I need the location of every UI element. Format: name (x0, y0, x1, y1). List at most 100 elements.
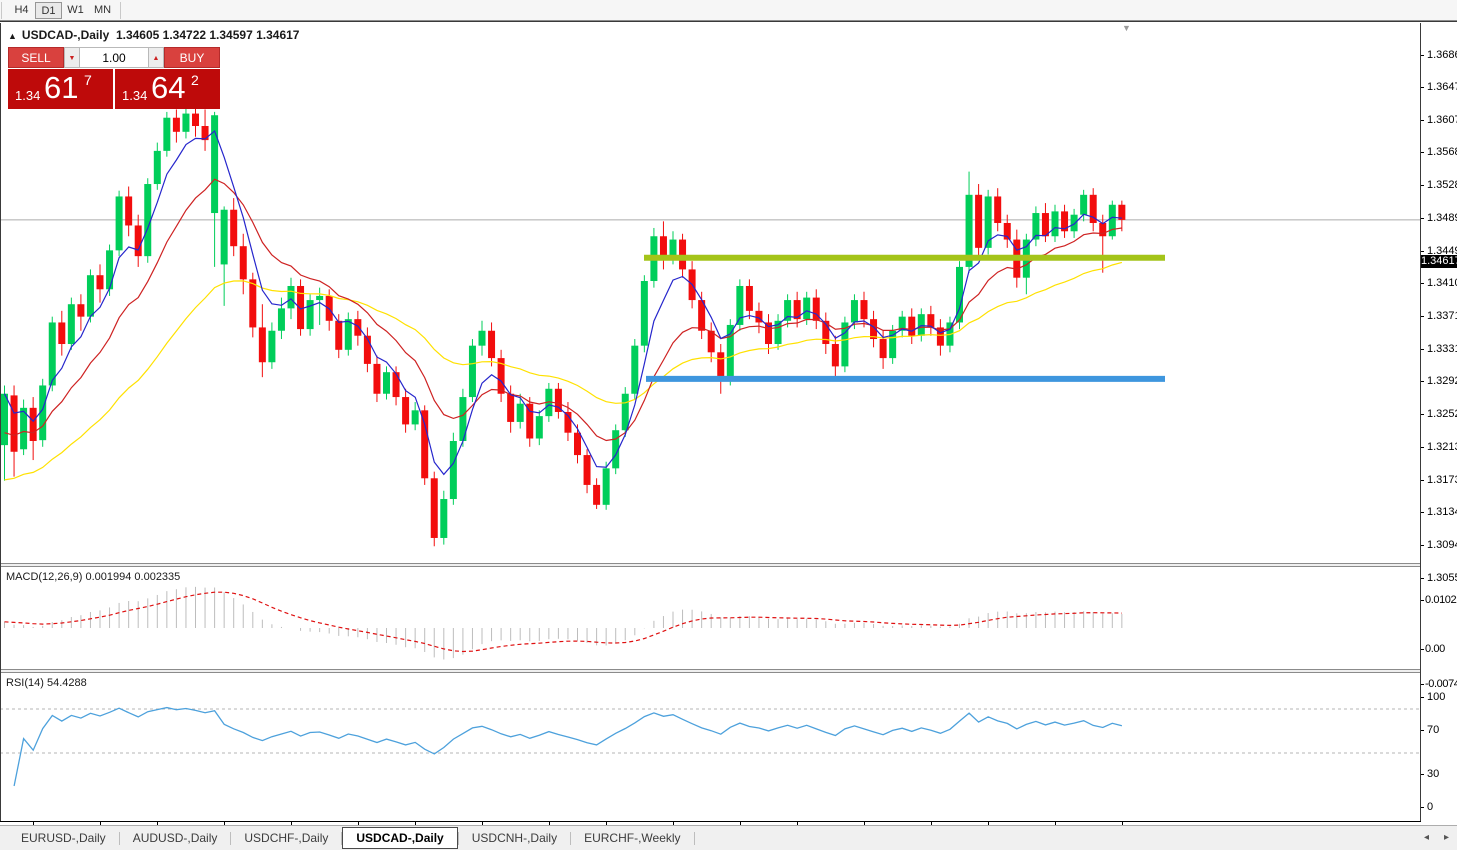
bear-candle (574, 433, 581, 455)
volume-decrease-button[interactable]: ▼ (64, 47, 80, 68)
price-axis[interactable]: 1.368601.364701.360701.356801.352801.348… (1421, 44, 1457, 821)
scroll-to-end-icon[interactable]: ▼ (1122, 23, 1131, 33)
buy-button[interactable]: BUY (164, 47, 220, 68)
price-axis-label: 1.31730 (1427, 474, 1457, 486)
macd-label: MACD(12,26,9) 0.001994 0.002335 (6, 571, 180, 583)
price-axis-label: 1.36860 (1427, 49, 1457, 61)
bull-candle (383, 372, 390, 394)
bull-candle (536, 416, 543, 438)
bear-candle (335, 321, 342, 350)
price-axis-label: 1.30550 (1427, 572, 1457, 584)
chart-tabs: EURUSD-,DailyAUDUSD-,DailyUSDCHF-,DailyU… (8, 826, 695, 850)
one-click-panel-toggle-icon[interactable]: ▲ (8, 31, 17, 41)
bear-candle (192, 114, 199, 126)
chart-tab-usdcnh[interactable]: USDCNH-,Daily (459, 828, 570, 848)
bear-candle (908, 317, 915, 336)
bear-candle (880, 339, 887, 358)
rsi-label: RSI(14) 54.4288 (6, 677, 87, 689)
bear-candle (202, 126, 209, 140)
chart-tab-audusd[interactable]: AUDUSD-,Daily (120, 828, 231, 848)
bull-candle (450, 441, 457, 499)
timeframe-button-mn[interactable]: MN (89, 2, 116, 19)
rsi-axis-label: 0 (1427, 801, 1433, 813)
price-axis-label: 1.32520 (1427, 408, 1457, 420)
bear-candle (593, 485, 600, 505)
bull-candle (68, 304, 75, 344)
timeframe-button-w1[interactable]: W1 (62, 2, 89, 19)
bear-candle (125, 196, 132, 225)
bull-candle (440, 499, 447, 538)
buy-price-point: 2 (191, 72, 199, 88)
bull-candle (278, 308, 285, 330)
window-left-border (0, 23, 1, 821)
bear-candle (861, 300, 868, 319)
bear-candle (975, 195, 982, 248)
price-axis-label: 1.36070 (1427, 114, 1457, 126)
sell-price-point: 7 (84, 72, 92, 88)
bear-candle (58, 322, 65, 344)
tab-separator (694, 832, 695, 845)
ma-slow-yellow (5, 262, 1122, 480)
buy-price-quote[interactable]: 1.34 64 2 (115, 69, 220, 109)
bear-candle (173, 118, 180, 132)
bull-candle (345, 319, 352, 350)
bull-candle (851, 300, 858, 322)
bear-candle (994, 196, 1001, 223)
bull-candle (479, 331, 486, 346)
bear-candle (746, 286, 753, 311)
price-axis-label: 1.31340 (1427, 506, 1457, 518)
bull-candle (307, 300, 314, 329)
bull-candle (316, 296, 323, 300)
bull-candle (1080, 195, 1087, 215)
rsi-indicator-canvas[interactable] (0, 673, 1421, 800)
bear-candle (97, 275, 104, 289)
toolbar-separator (120, 2, 121, 19)
bear-candle (584, 455, 591, 485)
chart-ohlc-values: 1.34605 1.34722 1.34597 1.34617 (116, 28, 300, 42)
bear-candle (555, 389, 562, 412)
timeframe-button-d1[interactable]: D1 (35, 2, 62, 19)
current-price-badge: 1.34617 (1421, 255, 1457, 268)
price-axis-label: 1.33710 (1427, 310, 1457, 322)
bull-candle (784, 300, 791, 321)
chart-tab-eurusd[interactable]: EURUSD-,Daily (8, 828, 119, 848)
bull-candle (221, 210, 228, 265)
chart-title: ▲USDCAD-,Daily 1.34605 1.34722 1.34597 1… (8, 28, 299, 42)
price-axis-label: 1.34100 (1427, 277, 1457, 289)
chart-window: ▲USDCAD-,Daily 1.34605 1.34722 1.34597 1… (0, 21, 1457, 825)
sell-button[interactable]: SELL (8, 47, 64, 68)
buy-price-base: 1.34 (122, 88, 147, 103)
chart-tab-eurchf[interactable]: EURCHF-,Weekly (571, 828, 693, 848)
tab-scroll-right-icon[interactable]: ▸ (1444, 832, 1449, 843)
bull-candle (182, 114, 189, 132)
sell-price-quote[interactable]: 1.34 61 7 (8, 69, 113, 109)
sell-price-base: 1.34 (15, 88, 40, 103)
chart-tab-usdcad[interactable]: USDCAD-,Daily (342, 827, 457, 849)
toolbar-separator (1, 2, 2, 19)
price-axis-label: 1.35680 (1427, 146, 1457, 158)
bull-candle (211, 115, 218, 213)
timeframe-button-h4[interactable]: H4 (8, 2, 35, 19)
bear-candle (1042, 213, 1049, 236)
bear-candle (507, 394, 514, 422)
bull-candle (1052, 211, 1059, 236)
bear-candle (354, 319, 361, 336)
bear-candle (431, 478, 438, 538)
bear-candle (526, 404, 533, 439)
bull-candle (49, 322, 56, 385)
price-axis-label: 1.33310 (1427, 343, 1457, 355)
macd-axis-label: 0.00 (1425, 643, 1445, 655)
bear-candle (393, 372, 400, 397)
bear-candle (488, 331, 495, 358)
price-axis-label: 1.32920 (1427, 375, 1457, 387)
chart-tab-usdchf[interactable]: USDCHF-,Daily (231, 828, 341, 848)
bear-candle (679, 240, 686, 270)
macd-indicator-canvas[interactable] (0, 567, 1421, 669)
rsi-axis-label: 100 (1427, 691, 1445, 703)
bull-candle (1109, 205, 1116, 236)
macd-axis-label: 0.010229 (1425, 594, 1457, 606)
tab-scroll-left-icon[interactable]: ◂ (1424, 832, 1429, 843)
volume-input[interactable] (80, 47, 148, 68)
volume-increase-button[interactable]: ▲ (148, 47, 164, 68)
bull-candle (87, 275, 94, 316)
